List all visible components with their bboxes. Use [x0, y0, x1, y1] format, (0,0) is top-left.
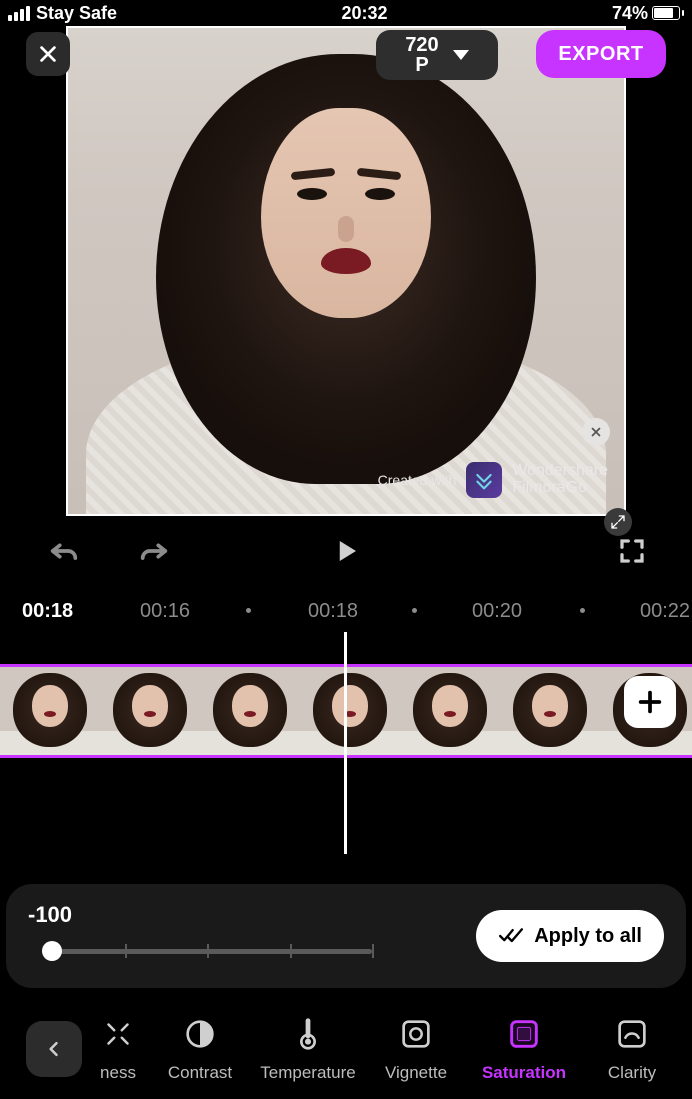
watermark-close-button[interactable] — [582, 418, 610, 446]
resolution-suffix: P — [405, 55, 438, 75]
tool-clarity[interactable]: Clarity — [578, 1015, 686, 1083]
resolution-selector[interactable]: 720P — [376, 30, 498, 80]
saturation-icon — [505, 1015, 543, 1053]
ruler-tick-2: 00:20 — [472, 600, 522, 623]
ruler-dot — [412, 608, 417, 613]
timeline-thumb[interactable] — [500, 667, 600, 755]
ruler-tick-0: 00:16 — [140, 600, 190, 623]
export-button[interactable]: EXPORT — [536, 30, 666, 78]
battery-percent: 74% — [612, 3, 648, 24]
filmorago-logo-icon — [466, 462, 502, 498]
watermark-prefix: Created with — [378, 472, 457, 488]
tool-saturation[interactable]: Saturation — [470, 1015, 578, 1083]
brightness-icon — [99, 1015, 137, 1053]
carrier-label: Stay Safe — [36, 3, 117, 24]
video-preview[interactable]: Created with Wondershare FilmoraGo — [66, 26, 626, 516]
slider-knob[interactable] — [42, 941, 62, 961]
ruler-tick-1: 00:18 — [308, 600, 358, 623]
playhead[interactable] — [344, 632, 347, 854]
playback-controls — [0, 524, 692, 578]
apply-to-all-label: Apply to all — [534, 925, 642, 948]
resolution-value: 720 — [405, 35, 438, 55]
chevron-down-icon — [453, 50, 469, 60]
tool-vignette[interactable]: Vignette — [362, 1015, 470, 1083]
contrast-icon — [181, 1015, 219, 1053]
clarity-icon — [613, 1015, 651, 1053]
add-media-button[interactable] — [624, 676, 676, 728]
resize-handle[interactable] — [604, 508, 632, 536]
tool-temperature[interactable]: Temperature — [254, 1015, 362, 1083]
temperature-icon — [289, 1015, 327, 1053]
status-bar: Stay Safe 20:32 74% — [0, 0, 692, 26]
close-button[interactable] — [26, 32, 70, 76]
battery-icon — [652, 6, 684, 20]
fullscreen-button[interactable] — [612, 531, 652, 571]
timeline-thumb[interactable] — [400, 667, 500, 755]
tools-back-button[interactable] — [26, 1021, 82, 1077]
tool-strip: ness Contrast Temperature Vignette Satur… — [0, 999, 692, 1099]
double-check-icon — [498, 926, 524, 946]
adjust-panel: -100 Apply to all — [6, 884, 686, 988]
tool-label: Temperature — [260, 1063, 355, 1083]
preview-frame — [68, 28, 624, 514]
ruler-dot — [246, 608, 251, 613]
time-ruler[interactable]: 00:18 00:16 00:18 00:20 00:22 — [0, 596, 692, 626]
status-time: 20:32 — [341, 3, 387, 24]
tool-label: Clarity — [608, 1063, 656, 1083]
timeline-thumb[interactable] — [100, 667, 200, 755]
timeline-thumb[interactable] — [300, 667, 400, 755]
timeline-thumb[interactable] — [0, 667, 100, 755]
vignette-icon — [397, 1015, 435, 1053]
redo-button[interactable] — [134, 531, 174, 571]
undo-button[interactable] — [44, 531, 84, 571]
signal-icon — [8, 6, 30, 21]
timeline-thumb[interactable] — [200, 667, 300, 755]
ruler-dot — [580, 608, 585, 613]
watermark: Created with Wondershare FilmoraGo — [378, 462, 608, 498]
tool-label: Vignette — [385, 1063, 447, 1083]
tool-label: Saturation — [482, 1063, 566, 1083]
play-button[interactable] — [326, 531, 366, 571]
ruler-current: 00:18 — [22, 600, 73, 623]
tool-label: Contrast — [168, 1063, 232, 1083]
ruler-tick-3: 00:22 — [640, 600, 690, 623]
watermark-brand-2: FilmoraGo — [512, 480, 608, 497]
tool-label: ness — [100, 1063, 136, 1083]
tool-contrast[interactable]: Contrast — [146, 1015, 254, 1083]
watermark-brand-1: Wondershare — [512, 463, 608, 480]
tool-brightness[interactable]: ness — [90, 1015, 146, 1083]
apply-to-all-button[interactable]: Apply to all — [476, 910, 664, 962]
